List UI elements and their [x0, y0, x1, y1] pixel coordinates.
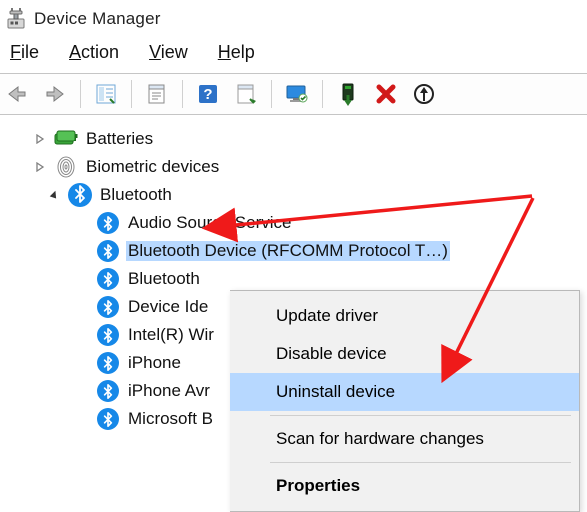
tree-label: iPhone Avr: [126, 381, 212, 401]
toolbar-separator: [80, 80, 81, 108]
context-menu-separator: [270, 415, 571, 416]
svg-text:?: ?: [203, 86, 212, 103]
bluetooth-icon: [96, 239, 120, 263]
battery-icon: [54, 127, 78, 151]
toolbar-enable-button[interactable]: [333, 80, 363, 108]
fingerprint-icon: [54, 155, 78, 179]
titlebar: Device Manager: [0, 0, 587, 36]
toolbar-separator: [271, 80, 272, 108]
tree-label: iPhone: [126, 353, 183, 373]
context-menu-separator: [270, 462, 571, 463]
bluetooth-icon: [96, 351, 120, 375]
tree-label: Audio Source Service: [126, 213, 293, 233]
expander-collapsed-icon[interactable]: [32, 159, 48, 175]
toolbar-properties-button[interactable]: [142, 80, 172, 108]
bluetooth-icon: [96, 295, 120, 319]
toolbar-uninstall-button[interactable]: [371, 80, 401, 108]
bluetooth-icon: [96, 211, 120, 235]
toolbar-separator: [182, 80, 183, 108]
tree-label: Bluetooth: [98, 185, 174, 205]
bluetooth-icon: [96, 267, 120, 291]
toolbar-display-button[interactable]: [282, 80, 312, 108]
expander-collapsed-icon[interactable]: [32, 131, 48, 147]
menu-file[interactable]: File: [10, 42, 39, 63]
context-menu-properties[interactable]: Properties: [230, 467, 579, 505]
tree-label: Bluetooth: [126, 269, 202, 289]
menubar: File Action View Help: [0, 36, 587, 73]
toolbar-show-hidden-button[interactable]: [91, 80, 121, 108]
device-manager-icon: [6, 8, 26, 30]
tree-label: Microsoft B: [126, 409, 215, 429]
context-menu: Update driver Disable device Uninstall d…: [230, 290, 580, 512]
toolbar-separator: [131, 80, 132, 108]
bluetooth-icon: [96, 323, 120, 347]
bluetooth-category-icon: [68, 183, 92, 207]
tree-node-bt-item[interactable]: Bluetooth: [10, 265, 583, 293]
tree-label: Biometric devices: [84, 157, 221, 177]
window-title: Device Manager: [34, 9, 161, 29]
toolbar-update-driver-button[interactable]: [231, 80, 261, 108]
tree-label: Batteries: [84, 129, 155, 149]
toolbar: ?: [0, 73, 587, 115]
tree-node-bluetooth[interactable]: Bluetooth: [10, 181, 583, 209]
tree-node-bt-selected[interactable]: Bluetooth Device (RFCOMM Protocol T…): [10, 237, 583, 265]
tree-node-biometric[interactable]: Biometric devices: [10, 153, 583, 181]
toolbar-back-button[interactable]: [2, 80, 32, 108]
expander-expanded-icon[interactable]: [46, 187, 62, 203]
toolbar-help-button[interactable]: ?: [193, 80, 223, 108]
tree-label: Device Idе: [126, 297, 210, 317]
context-menu-scan-hardware[interactable]: Scan for hardware changes: [230, 420, 579, 458]
context-menu-disable-device[interactable]: Disable device: [230, 335, 579, 373]
menu-action[interactable]: Action: [69, 42, 119, 63]
tree-node-batteries[interactable]: Batteries: [10, 125, 583, 153]
menu-help[interactable]: Help: [218, 42, 255, 63]
toolbar-forward-button[interactable]: [40, 80, 70, 108]
bluetooth-icon: [96, 379, 120, 403]
bluetooth-icon: [96, 407, 120, 431]
tree-node-bt-audio-source[interactable]: Audio Source Service: [10, 209, 583, 237]
toolbar-scan-button[interactable]: [409, 80, 439, 108]
toolbar-separator: [322, 80, 323, 108]
tree-label-selected: Bluetooth Device (RFCOMM Protocol T…): [126, 241, 450, 261]
context-menu-uninstall-device[interactable]: Uninstall device: [230, 373, 579, 411]
context-menu-update-driver[interactable]: Update driver: [230, 297, 579, 335]
tree-label: Intel(R) Wir: [126, 325, 216, 345]
menu-view[interactable]: View: [149, 42, 188, 63]
